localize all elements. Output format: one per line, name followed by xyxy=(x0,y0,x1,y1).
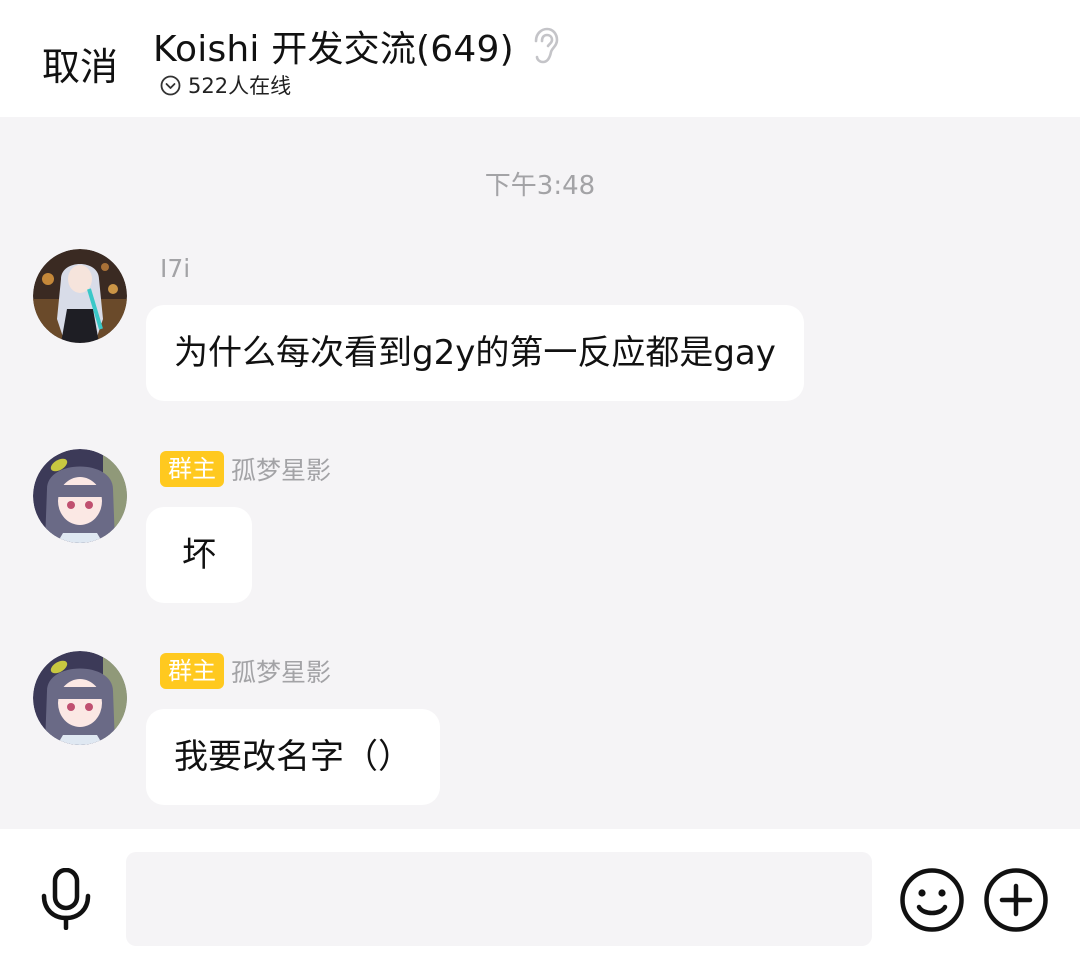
sender-name[interactable]: 孤梦星影 xyxy=(231,451,331,487)
message-bubble[interactable]: 我要改名字（） xyxy=(146,709,440,805)
sender-row: 群主 孤梦星影 xyxy=(160,451,331,487)
avatar[interactable] xyxy=(33,249,127,343)
sender-name[interactable]: 孤梦星影 xyxy=(231,653,331,689)
message-list[interactable]: 下午3:48 I7i 为什么每次看到g2y的第一反应都是gay 群主 孤梦星影 … xyxy=(0,117,1080,829)
plus-icon[interactable] xyxy=(983,867,1049,933)
message-input[interactable] xyxy=(126,852,872,946)
chevron-circle-icon xyxy=(160,75,181,96)
title-row[interactable]: Koishi 开发交流(649) xyxy=(153,20,560,72)
ear-icon[interactable] xyxy=(530,27,560,65)
message-bubble[interactable]: 为什么每次看到g2y的第一反应都是gay xyxy=(146,305,804,401)
sender-row: I7i xyxy=(160,250,190,286)
time-separator: 下午3:48 xyxy=(484,171,596,201)
owner-badge: 群主 xyxy=(160,653,224,689)
microphone-icon[interactable] xyxy=(38,867,94,931)
online-count: 522人在线 xyxy=(188,74,292,98)
emoji-icon[interactable] xyxy=(899,867,965,933)
owner-badge: 群主 xyxy=(160,451,224,487)
sender-name[interactable]: I7i xyxy=(160,254,190,283)
sender-row: 群主 孤梦星影 xyxy=(160,653,331,689)
message-bubble[interactable]: 坏 xyxy=(146,507,252,603)
cancel-button[interactable]: 取消 xyxy=(42,36,118,91)
input-bar xyxy=(0,829,1080,969)
group-title: Koishi 开发交流(649) xyxy=(153,29,514,70)
avatar[interactable] xyxy=(33,651,127,745)
chat-header: 取消 Koishi 开发交流(649) 522人在线 xyxy=(0,0,1080,117)
online-status[interactable]: 522人在线 xyxy=(160,70,291,100)
avatar[interactable] xyxy=(33,449,127,543)
